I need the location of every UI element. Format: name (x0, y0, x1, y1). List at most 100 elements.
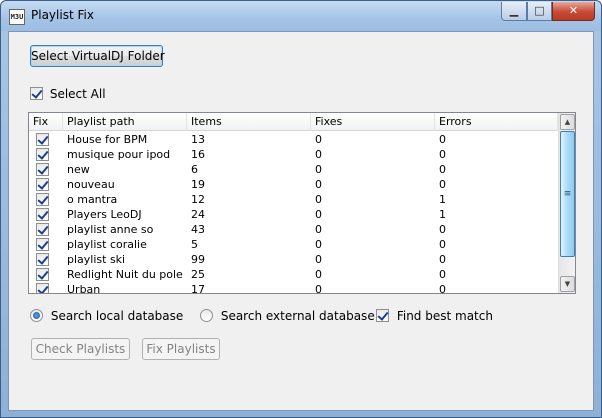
cell-path: o mantra (67, 193, 118, 206)
cell-errors: 1 (439, 193, 446, 206)
cell-errors: 1 (439, 208, 446, 221)
maximize-icon: □ (534, 4, 545, 17)
cell-items: 13 (191, 133, 205, 146)
row-fix-checkbox[interactable] (36, 253, 49, 266)
cell-fixes: 0 (315, 163, 322, 176)
table-row[interactable]: Players LeoDJ 24 0 1 (29, 207, 558, 222)
close-icon: ✕ (568, 4, 579, 17)
find-best-match-label: Find best match (396, 308, 493, 323)
cell-errors: 0 (439, 148, 446, 161)
cell-fixes: 0 (315, 238, 322, 251)
cell-fixes: 0 (315, 268, 322, 281)
cell-items: 5 (191, 238, 198, 251)
column-header-items[interactable]: Items (187, 113, 311, 131)
client-area: Select VirtualDJ Folder Select All Fix P… (8, 31, 594, 411)
table-row[interactable]: Redlight Nuit du pole 25 0 0 (29, 267, 558, 282)
arrow-up-icon: ▲ (564, 118, 571, 126)
vertical-scrollbar[interactable]: ▲ ≡ ▼ (558, 113, 575, 293)
table-row[interactable]: playlist ski 99 0 0 (29, 252, 558, 267)
column-header-fix[interactable]: Fix (29, 113, 63, 131)
table-row[interactable]: Urban 17 0 0 (29, 282, 558, 294)
maximize-button[interactable]: □ (527, 2, 552, 21)
app-window: M3U Playlist Fix ▁ □ ✕ Select VirtualDJ … (0, 0, 602, 418)
find-best-match-check-icon[interactable] (376, 309, 389, 322)
scroll-thumb[interactable]: ≡ (560, 131, 575, 257)
row-fix-checkbox[interactable] (36, 163, 49, 176)
cell-path: nouveau (67, 178, 115, 191)
column-header-fixes[interactable]: Fixes (311, 113, 435, 131)
row-fix-checkbox[interactable] (36, 178, 49, 191)
row-fix-checkbox[interactable] (36, 268, 49, 281)
column-header-errors[interactable]: Errors (435, 113, 558, 131)
row-fix-checkbox[interactable] (36, 133, 49, 146)
select-all-check-icon[interactable] (30, 87, 43, 100)
cell-items: 12 (191, 193, 205, 206)
playlist-table: Fix Playlist path Items Fixes Errors Hou… (28, 112, 576, 294)
cell-fixes: 0 (315, 223, 322, 236)
find-best-match-checkbox[interactable]: Find best match (376, 308, 493, 323)
cell-path: playlist ski (67, 253, 126, 266)
table-body: House for BPM 13 0 0 musique pour ipod 1… (29, 132, 558, 294)
select-all-checkbox[interactable]: Select All (30, 86, 106, 101)
fix-playlists-button[interactable]: Fix Playlists (142, 338, 220, 360)
cell-path: Players LeoDJ (67, 208, 142, 221)
close-button[interactable]: ✕ (552, 2, 595, 21)
minimize-icon: ▁ (509, 4, 519, 17)
grip-icon: ≡ (563, 189, 572, 199)
cell-errors: 0 (439, 163, 446, 176)
cell-path: Redlight Nuit du pole (67, 268, 183, 281)
cell-path: Urban (67, 283, 101, 294)
row-fix-checkbox[interactable] (36, 238, 49, 251)
cell-fixes: 0 (315, 253, 322, 266)
window-title: Playlist Fix (31, 8, 94, 22)
select-all-label: Select All (49, 86, 106, 101)
column-header-path[interactable]: Playlist path (63, 113, 187, 131)
cell-items: 25 (191, 268, 205, 281)
cell-path: playlist coralie (67, 238, 147, 251)
cell-items: 16 (191, 148, 205, 161)
row-fix-checkbox[interactable] (36, 223, 49, 236)
table-row[interactable]: nouveau 19 0 0 (29, 177, 558, 192)
cell-errors: 0 (439, 238, 446, 251)
search-external-radio-icon[interactable] (200, 309, 213, 322)
table-row[interactable]: playlist coralie 5 0 0 (29, 237, 558, 252)
table-row[interactable]: House for BPM 13 0 0 (29, 132, 558, 147)
cell-items: 43 (191, 223, 205, 236)
cell-fixes: 0 (315, 148, 322, 161)
table-row[interactable]: o mantra 12 0 1 (29, 192, 558, 207)
select-folder-button[interactable]: Select VirtualDJ Folder (30, 45, 165, 67)
search-local-radio-icon[interactable] (30, 309, 43, 322)
search-local-radio[interactable]: Search local database (30, 308, 183, 323)
cell-fixes: 0 (315, 208, 322, 221)
cell-errors: 0 (439, 268, 446, 281)
cell-path: House for BPM (67, 133, 148, 146)
m3u-app-icon: M3U (9, 9, 25, 25)
title-bar[interactable]: M3U Playlist Fix ▁ □ ✕ (1, 1, 601, 31)
search-local-label: Search local database (50, 308, 184, 323)
row-fix-checkbox[interactable] (36, 283, 49, 293)
cell-path: playlist anne so (67, 223, 154, 236)
search-external-radio[interactable]: Search external database (200, 308, 375, 323)
scroll-up-button[interactable]: ▲ (560, 114, 575, 130)
table-header: Fix Playlist path Items Fixes Errors (29, 113, 558, 131)
cell-items: 6 (191, 163, 198, 176)
search-external-label: Search external database (220, 308, 375, 323)
table-row[interactable]: new 6 0 0 (29, 162, 558, 177)
minimize-button[interactable]: ▁ (501, 2, 527, 21)
cell-errors: 0 (439, 283, 446, 294)
cell-fixes: 0 (315, 283, 322, 294)
check-playlists-button[interactable]: Check Playlists (31, 338, 130, 360)
cell-fixes: 0 (315, 193, 322, 206)
table-row[interactable]: musique pour ipod 16 0 0 (29, 147, 558, 162)
cell-errors: 0 (439, 223, 446, 236)
cell-items: 19 (191, 178, 205, 191)
cell-errors: 0 (439, 133, 446, 146)
row-fix-checkbox[interactable] (36, 208, 49, 221)
scroll-down-button[interactable]: ▼ (560, 276, 575, 292)
row-fix-checkbox[interactable] (36, 148, 49, 161)
cell-items: 24 (191, 208, 205, 221)
table-row[interactable]: playlist anne so 43 0 0 (29, 222, 558, 237)
cell-path: new (67, 163, 90, 176)
row-fix-checkbox[interactable] (36, 193, 49, 206)
cell-errors: 0 (439, 253, 446, 266)
